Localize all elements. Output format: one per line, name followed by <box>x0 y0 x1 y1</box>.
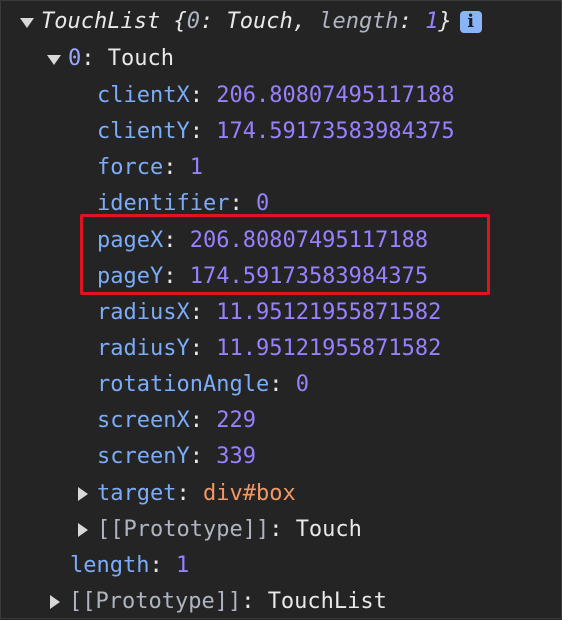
property-row: force: 1 <box>97 155 203 180</box>
property-value: 11.95121955871582 <box>216 300 442 325</box>
expand-arrow-down-icon[interactable] <box>19 15 34 29</box>
touch-index-key: 0 <box>68 46 82 71</box>
touch-class-name: Touch <box>107 46 174 71</box>
length-value: 1 <box>175 553 190 578</box>
property-key: identifier <box>97 191 230 216</box>
target-value[interactable]: div#box <box>203 481 296 506</box>
property-key: pageX <box>97 228 164 253</box>
list-length-row: length: 1 <box>70 553 190 578</box>
preview-open-brace: { <box>173 9 187 34</box>
property-value: 206.80807495117188 <box>189 228 429 253</box>
property-value: 0 <box>295 372 309 397</box>
prototype-value: Touch <box>295 517 362 542</box>
info-icon[interactable]: i <box>459 11 482 33</box>
property-row: radiusY: 11.95121955871582 <box>97 336 442 361</box>
property-key: rotationAngle <box>97 372 270 397</box>
target-key: target <box>97 481 177 506</box>
touchlist-prototype-row[interactable]: [[Prototype]]: TouchList <box>47 584 387 620</box>
property-row-pagey: pageY: 174.59173583984375 <box>97 264 429 289</box>
property-key: radiusY <box>97 336 190 361</box>
target-row[interactable]: target: div#box <box>75 476 296 512</box>
expand-arrow-right-icon[interactable] <box>75 523 89 537</box>
property-value: 174.59173583984375 <box>216 119 455 144</box>
property-value: 339 <box>216 444 256 469</box>
prototype-value: TouchList <box>267 589 387 614</box>
prototype-key: [[Prototype]] <box>69 589 242 614</box>
expand-arrow-right-icon[interactable] <box>47 595 61 609</box>
property-row: rotationAngle: 0 <box>97 372 309 397</box>
property-value: 229 <box>216 408 256 433</box>
preview-index-key: 0 <box>186 9 200 34</box>
property-value: 0 <box>255 191 270 216</box>
touch-entry-row[interactable]: 0: Touch <box>46 41 174 77</box>
property-row: radiusX: 11.95121955871582 <box>97 300 442 325</box>
preview-index-value: Touch <box>226 9 293 34</box>
property-row: screenX: 229 <box>97 408 256 433</box>
property-value: 11.95121955871582 <box>216 336 442 361</box>
property-key: force <box>97 155 164 180</box>
expand-arrow-right-icon[interactable] <box>75 487 89 501</box>
property-value: 206.80807495117188 <box>216 83 455 108</box>
property-value: 174.59173583984375 <box>189 264 429 289</box>
property-key: clientX <box>97 83 190 108</box>
expand-arrow-down-icon[interactable] <box>46 52 61 66</box>
property-row: clientY: 174.59173583984375 <box>97 119 455 144</box>
touch-prototype-row[interactable]: [[Prototype]]: Touch <box>75 512 362 548</box>
preview-length-value: 1 <box>425 9 439 34</box>
prototype-key: [[Prototype]] <box>97 517 270 542</box>
devtools-console-output: TouchList {0: Touch, length: 1} i 0: Touc… <box>0 0 562 619</box>
property-row: identifier: 0 <box>97 191 270 216</box>
property-key: radiusX <box>97 300 190 325</box>
property-key: pageY <box>97 264 164 289</box>
property-row-pagex: pageX: 206.80807495117188 <box>97 228 429 253</box>
property-value: 1 <box>189 155 203 180</box>
property-row: screenY: 339 <box>97 444 256 469</box>
property-key: screenX <box>97 408 190 433</box>
preview-close-brace: } <box>438 9 452 34</box>
preview-length-key: length <box>319 9 399 34</box>
property-row: clientX: 206.80807495117188 <box>97 83 455 108</box>
property-key: clientY <box>97 119 190 144</box>
length-key: length <box>70 553 150 578</box>
touchlist-title: TouchList <box>41 9 161 34</box>
property-key: screenY <box>97 444 190 469</box>
touchlist-root-row[interactable]: TouchList {0: Touch, length: 1} i <box>19 4 482 40</box>
